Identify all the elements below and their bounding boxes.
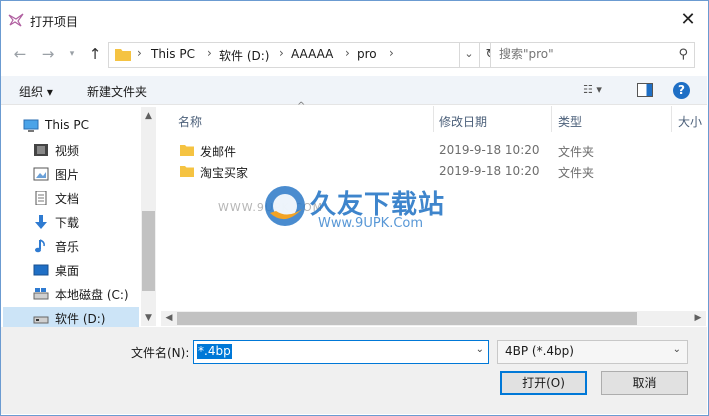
address-dropdown-chevron-icon[interactable]: ⌄ <box>459 42 480 68</box>
breadcrumb-this-pc[interactable]: This PC <box>151 47 195 61</box>
file-date: 2019-9-18 10:20 <box>439 143 540 157</box>
recent-locations-chevron-icon[interactable]: ▾ <box>62 43 82 65</box>
filetype-value: 4BP (*.4bp) <box>505 344 574 358</box>
sidebar-item-label: 图片 <box>55 168 80 182</box>
scrollbar-thumb[interactable] <box>177 312 637 325</box>
organize-menu-button[interactable]: 组织 ▾ <box>19 83 53 100</box>
drive-icon <box>33 316 49 324</box>
sidebar-item-pictures[interactable]: 图片 <box>23 163 141 185</box>
up-arrow-icon[interactable]: ↑ <box>85 43 105 65</box>
folder-icon <box>180 166 194 177</box>
breadcrumb-separator-icon: › <box>279 46 284 60</box>
chevron-down-icon[interactable]: ⌄ <box>476 344 484 355</box>
breadcrumb-separator-icon: › <box>207 46 212 60</box>
sidebar-item-downloads[interactable]: 下载 <box>23 211 141 233</box>
view-options-icon[interactable]: ☷ ▾ <box>583 83 602 96</box>
document-icon <box>35 191 47 205</box>
column-header-date[interactable]: 修改日期 <box>439 113 487 130</box>
scroll-down-arrow-icon[interactable]: ▼ <box>141 311 156 325</box>
computer-icon <box>23 119 39 132</box>
preview-pane-icon[interactable] <box>637 83 653 97</box>
scrollbar-thumb[interactable] <box>142 211 155 291</box>
picture-icon <box>33 167 49 181</box>
sidebar-item-label: 音乐 <box>55 240 80 254</box>
scroll-left-arrow-icon[interactable]: ◀ <box>161 311 177 326</box>
breadcrumb-aaaaa[interactable]: AAAAA <box>291 47 333 61</box>
filetype-select[interactable]: 4BP (*.4bp) ⌄ <box>497 340 688 364</box>
breadcrumb-separator-icon: › <box>137 46 142 60</box>
window-title: 打开项目 <box>30 15 79 29</box>
sidebar-item-this-pc[interactable]: This PC <box>23 115 141 137</box>
filename-input[interactable]: *.4bp ⌄ <box>193 340 489 364</box>
scroll-up-arrow-icon[interactable]: ▲ <box>141 109 156 123</box>
sidebar-item-label: 本地磁盘 (C:) <box>55 288 129 302</box>
music-icon <box>35 239 45 253</box>
file-row[interactable]: 发邮件 2019-9-18 10:20 文件夹 <box>172 140 702 161</box>
breadcrumb-separator-icon: › <box>345 46 350 60</box>
sidebar-item-label: 下载 <box>55 216 80 230</box>
file-list-scrollbar[interactable]: ◀ ▶ <box>161 311 706 326</box>
sidebar-item-music[interactable]: 音乐 <box>23 235 141 257</box>
folder-icon <box>115 49 131 61</box>
help-icon[interactable]: ? <box>673 82 690 99</box>
file-name: 淘宝买家 <box>200 166 249 180</box>
watermark-url: Www.9UPK.Com <box>318 216 424 231</box>
navigation-scrollbar[interactable]: ▲ ▼ <box>141 107 156 326</box>
column-header-type[interactable]: 类型 <box>558 113 582 130</box>
video-icon <box>34 144 48 156</box>
file-date: 2019-9-18 10:20 <box>439 164 540 178</box>
file-row[interactable]: 淘宝买家 2019-9-18 10:20 文件夹 <box>172 161 702 182</box>
navigation-pane: This PC 视频 图片 文档 下载 音乐 桌面 本地磁盘 (C:) 软件 (… <box>1 105 156 329</box>
sidebar-item-label: 文档 <box>55 192 80 206</box>
sidebar-item-documents[interactable]: 文档 <box>23 187 141 209</box>
sidebar-item-label: 桌面 <box>55 264 80 278</box>
column-header-name[interactable]: 名称 <box>178 113 202 130</box>
sidebar-item-drive-d[interactable]: 软件 (D:) <box>3 307 139 329</box>
file-type: 文件夹 <box>558 166 595 180</box>
address-bar[interactable]: › This PC › 软件 (D:) › AAAAA › pro › <box>108 42 460 68</box>
search-box[interactable]: ⚲ <box>490 42 695 68</box>
scroll-right-arrow-icon[interactable]: ▶ <box>690 311 706 326</box>
close-button[interactable]: ✕ <box>677 9 699 31</box>
forward-arrow-icon[interactable]: → <box>38 43 58 65</box>
file-name: 发邮件 <box>200 145 237 159</box>
filename-value[interactable]: *.4bp <box>197 344 232 359</box>
download-icon <box>35 215 47 229</box>
desktop-icon <box>33 264 49 276</box>
search-input[interactable] <box>499 46 669 62</box>
sidebar-item-desktop[interactable]: 桌面 <box>23 259 141 281</box>
new-folder-button[interactable]: 新建文件夹 <box>87 83 147 100</box>
filename-label: 文件名(N): <box>131 346 190 360</box>
file-type: 文件夹 <box>558 145 595 159</box>
column-divider[interactable] <box>551 106 552 132</box>
sidebar-item-label: 视频 <box>55 144 80 158</box>
sidebar-item-videos[interactable]: 视频 <box>23 139 141 161</box>
search-icon: ⚲ <box>678 47 688 62</box>
open-button[interactable]: 打开(O) <box>500 371 587 395</box>
sidebar-item-label: 软件 (D:) <box>55 312 106 326</box>
sidebar-item-label: This PC <box>45 118 89 132</box>
back-arrow-icon[interactable]: ← <box>10 43 30 65</box>
breadcrumb-separator-icon: › <box>389 46 394 60</box>
column-divider[interactable] <box>671 106 672 132</box>
sort-ascending-icon: ^ <box>297 101 306 112</box>
cancel-button[interactable]: 取消 <box>601 371 688 395</box>
folder-icon <box>180 145 194 156</box>
column-divider[interactable] <box>433 106 434 132</box>
column-header-size[interactable]: 大小 <box>678 113 704 130</box>
drive-icon <box>33 288 49 300</box>
breadcrumb-drive-d[interactable]: 软件 (D:) <box>219 47 269 64</box>
sidebar-item-drive-c[interactable]: 本地磁盘 (C:) <box>23 283 141 305</box>
watermark-logo-icon <box>265 186 305 226</box>
app-logo-icon <box>8 13 24 27</box>
breadcrumb-pro[interactable]: pro <box>357 47 377 61</box>
chevron-down-icon[interactable]: ⌄ <box>673 344 681 355</box>
